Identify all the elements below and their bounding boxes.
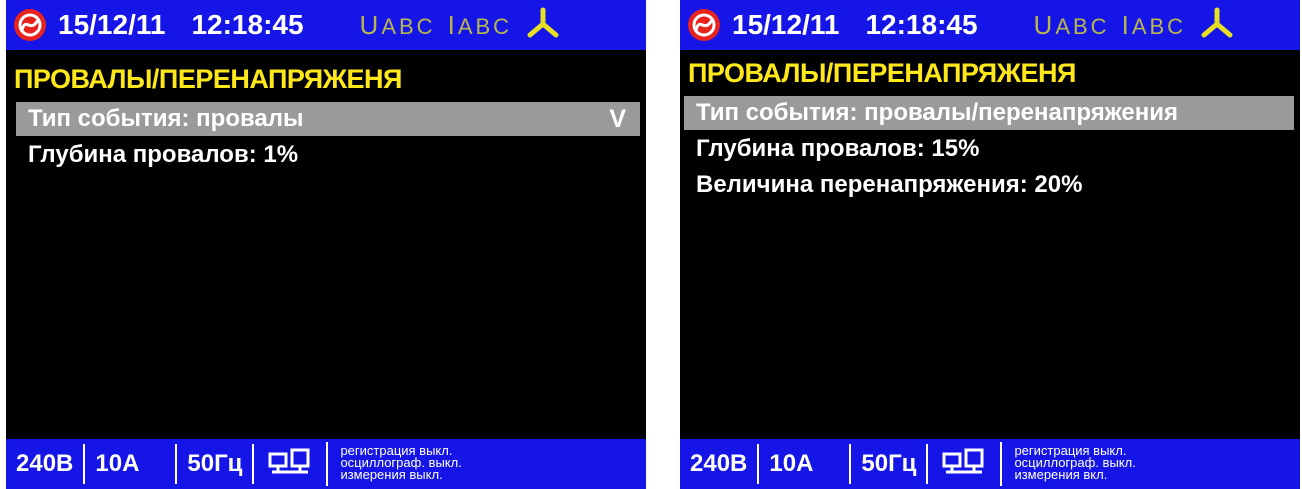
three-phase-icon	[526, 7, 560, 44]
current-range: 10А	[769, 450, 814, 477]
menu-row-event-type[interactable]: Тип события: провалы V	[16, 102, 640, 136]
date-display: 15/12/11	[732, 9, 840, 40]
menu-row-label: Тип события: провалы	[28, 105, 304, 132]
top-status-bar: 15/12/11 12:18:45 UABC IABC	[680, 0, 1300, 50]
three-phase-icon	[1200, 7, 1234, 44]
date-display: 15/12/11	[58, 9, 166, 40]
voltage-range: 240В	[690, 450, 748, 477]
recording-status: регистрация выкл. осциллограф. выкл. изм…	[340, 443, 462, 482]
voltage-phases-indicator: UABC	[359, 9, 436, 40]
voltage-range: 240В	[16, 450, 74, 477]
network-computers-icon	[254, 448, 326, 481]
current-range: 10А	[95, 450, 140, 477]
bottom-status-bar: 240В 10А 50Гц регистрация выкл. осциллог…	[6, 439, 646, 489]
menu-row-label: Глубина провалов: 15%	[696, 135, 980, 162]
menu-row-event-type[interactable]: Тип события: провалы/перенапряжения	[684, 96, 1294, 130]
current-phases-indicator: IABC	[447, 9, 513, 40]
network-computers-icon	[928, 448, 1000, 481]
top-status-bar: 15/12/11 12:18:45 UABC IABC	[6, 0, 646, 50]
page-title: ПРОВАЛЫ/ПЕРЕНАПРЯЖЕНЯ	[14, 64, 402, 94]
voltage-phases-indicator: UABC	[1033, 9, 1110, 40]
dropdown-chevron-icon[interactable]: V	[609, 105, 626, 134]
menu-row-label: Тип события: провалы/перенапряжения	[696, 99, 1179, 126]
meter-logo-icon	[688, 9, 720, 41]
time-display: 12:18:45	[865, 9, 978, 40]
frequency-value: 50Гц	[861, 450, 917, 477]
frequency-value: 50Гц	[187, 450, 243, 477]
device-screen-left: 15/12/11 12:18:45 UABC IABC ПРОВАЛЫ/ПЕРЕ…	[6, 0, 646, 489]
time-display: 12:18:45	[191, 9, 304, 40]
menu-row-dip-depth[interactable]: Глубина провалов: 15%	[684, 132, 1294, 166]
bottom-status-bar: 240В 10А 50Гц регистрация выкл. осциллог…	[680, 439, 1300, 489]
menu-row-dip-depth[interactable]: Глубина провалов: 1%	[16, 138, 640, 172]
menu-row-swell-magnitude[interactable]: Величина перенапряжения: 20%	[684, 168, 1294, 202]
recording-status: регистрация выкл. осциллограф. выкл. изм…	[1014, 443, 1136, 482]
device-screen-right: 15/12/11 12:18:45 UABC IABC ПРОВАЛЫ/ПЕРЕ…	[680, 0, 1300, 489]
meter-logo-icon	[14, 9, 46, 41]
page-title: ПРОВАЛЫ/ПЕРЕНАПРЯЖЕНЯ	[688, 58, 1076, 88]
current-phases-indicator: IABC	[1121, 9, 1187, 40]
menu-row-label: Величина перенапряжения: 20%	[696, 171, 1083, 198]
menu-row-label: Глубина провалов: 1%	[28, 141, 299, 168]
